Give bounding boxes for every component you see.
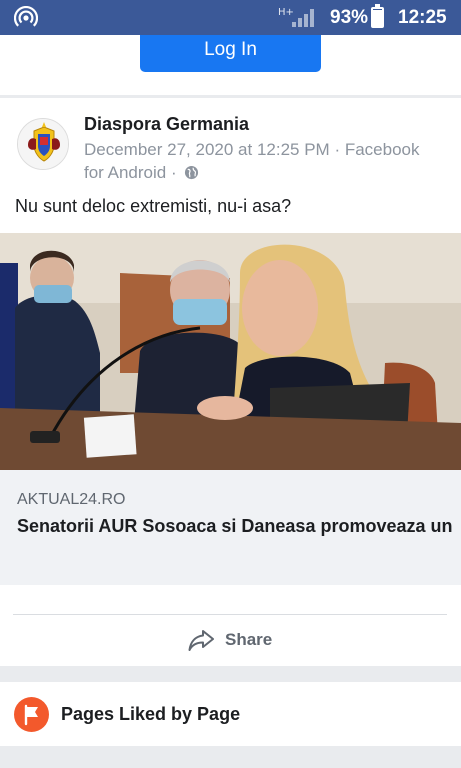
page-name[interactable]: Diaspora Germania xyxy=(84,114,249,135)
page-avatar[interactable] xyxy=(17,118,69,170)
coat-of-arms-logo xyxy=(18,119,68,169)
hotspot-icon xyxy=(14,6,38,27)
status-bar: H+ 93% 12:25 xyxy=(0,0,461,35)
link-preview-image[interactable] xyxy=(0,233,461,470)
pages-liked-label: Pages Liked by Page xyxy=(61,704,241,724)
divider xyxy=(13,614,447,615)
battery-icon xyxy=(371,4,384,28)
globe-icon xyxy=(185,165,199,180)
post-text: Nu sunt deloc extremisti, nu-i asa? xyxy=(15,196,292,216)
share-button[interactable]: Share xyxy=(0,618,461,662)
login-button[interactable]: Log In xyxy=(140,35,321,72)
meta-separator: · xyxy=(170,163,177,182)
share-label: Share xyxy=(225,630,273,649)
link-title: Senatorii AUR Sosoaca si Daneasa promove… xyxy=(17,516,457,536)
link-preview[interactable]: AKTUAL24.RO Senatorii AUR Sosoaca si Dan… xyxy=(0,470,461,585)
battery-percentage: 93% xyxy=(330,7,369,28)
post-card: Diaspora Germania December 27, 2020 at 1… xyxy=(0,98,461,666)
share-icon xyxy=(188,630,214,651)
meta-separator: · xyxy=(334,140,341,159)
signal-icon xyxy=(292,9,314,27)
login-bar: Log In xyxy=(0,35,461,95)
post-date[interactable]: December 27, 2020 at 12:25 PM xyxy=(84,140,330,159)
status-clock: 12:25 xyxy=(398,7,447,28)
post-meta: December 27, 2020 at 12:25 PM · Facebook… xyxy=(84,138,434,184)
link-domain: AKTUAL24.RO xyxy=(17,491,126,508)
flag-icon xyxy=(24,704,38,726)
pages-liked-section[interactable]: Pages Liked by Page xyxy=(0,682,461,746)
pages-liked-icon xyxy=(14,697,49,732)
